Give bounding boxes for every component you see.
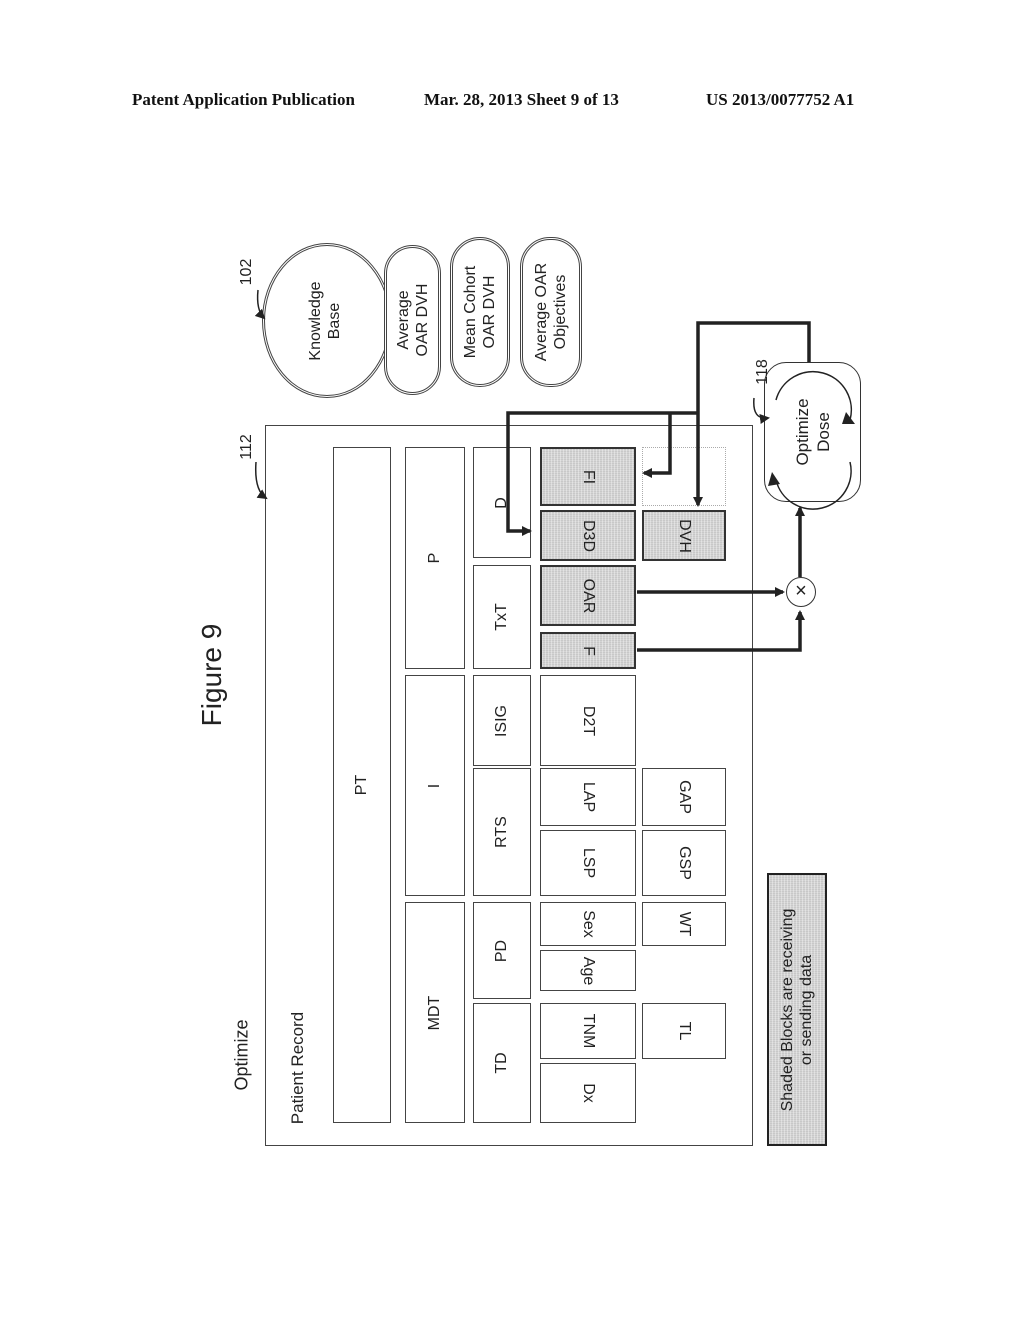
connector-overlay [254,289,855,652]
leader-118 [753,397,770,424]
rotate-arrow-bottom [775,461,852,510]
connector-F-to-multiply [637,610,805,652]
rotate-arrow-top [775,370,853,421]
rotate-arrowhead-1 [842,412,855,424]
connector-to-FI [642,413,672,478]
rotate-arrowhead-2 [768,472,780,486]
leader-102 [254,289,266,320]
leader-112 [254,461,268,500]
